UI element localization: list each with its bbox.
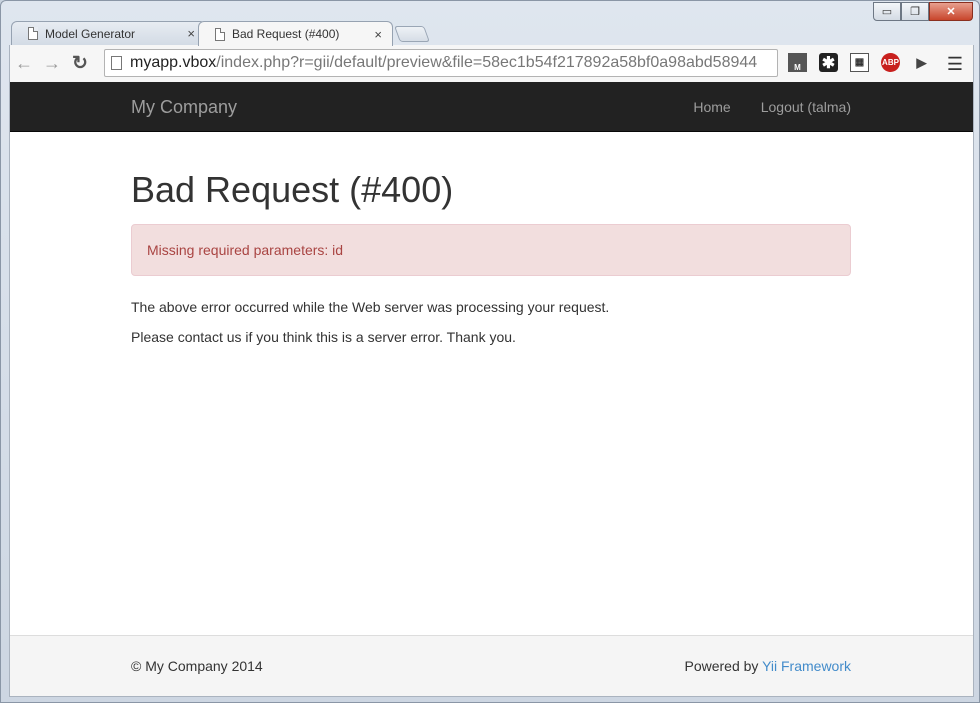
nav-links: Home Logout (talma)	[663, 99, 851, 115]
url-path: /index.php?r=gii/default/preview&file=58…	[216, 54, 758, 71]
nav-logout-link[interactable]: Logout (talma)	[761, 99, 851, 115]
copyright-text: © My Company 2014	[131, 658, 263, 674]
tab-title: Bad Request (#400)	[232, 27, 340, 41]
tab-model-generator[interactable]: Model Generator ×	[11, 21, 206, 45]
brand-link[interactable]: My Company	[131, 97, 237, 118]
video-extension-icon[interactable]: ▶	[912, 53, 931, 72]
address-bar[interactable]: myapp.vbox/index.php?r=gii/default/previ…	[104, 49, 778, 77]
error-alert: Missing required parameters: id	[131, 223, 851, 276]
page-title: Bad Request (#400)	[131, 169, 454, 210]
browser-window: ▭ ❐ ✕ Model Generator × Bad Request (#40…	[0, 0, 980, 703]
page-icon	[111, 56, 122, 70]
asterisk-extension-icon[interactable]: ✱	[819, 53, 838, 72]
tab-bad-request[interactable]: Bad Request (#400) ×	[198, 21, 393, 46]
menu-icon[interactable]: ☰	[947, 54, 963, 75]
minimize-button[interactable]: ▭	[873, 2, 901, 21]
maximize-button[interactable]: ❐	[901, 2, 929, 21]
site-navbar: My Company Home Logout (talma)	[10, 82, 973, 132]
tab-close-icon[interactable]: ×	[374, 27, 382, 42]
powered-by-prefix: Powered by	[684, 658, 763, 674]
contact-note: Please contact us if you think this is a…	[131, 328, 516, 345]
site-footer: © My Company 2014 Powered by Yii Framewo…	[10, 635, 973, 696]
nav-home-link[interactable]: Home	[693, 99, 730, 115]
reload-icon[interactable]: ↻	[66, 50, 94, 78]
url-host: myapp.vbox	[130, 54, 217, 71]
page-icon	[215, 27, 225, 41]
back-arrow-icon[interactable]: ←	[10, 50, 38, 78]
yii-framework-link[interactable]: Yii Framework	[762, 658, 851, 674]
powered-by: Powered by Yii Framework	[684, 658, 851, 674]
error-description: The above error occurred while the Web s…	[131, 298, 610, 315]
tab-strip: Model Generator × Bad Request (#400) ×	[11, 21, 430, 46]
page-icon	[28, 27, 38, 40]
network-extension-icon[interactable]: ▦	[850, 53, 869, 72]
new-tab-button[interactable]	[394, 26, 430, 42]
tab-title: Model Generator	[45, 26, 136, 41]
forward-arrow-icon[interactable]: →	[38, 50, 66, 78]
browser-toolbar: ← → ↻ myapp.vbox/index.php?r=gii/default…	[9, 45, 974, 82]
extension-icons: M ✱ ▦ ABP ▶	[788, 53, 943, 72]
page-viewport: My Company Home Logout (talma) Bad Reque…	[9, 82, 974, 697]
tab-close-icon[interactable]: ×	[187, 26, 195, 41]
main-content: Bad Request (#400) Missing required para…	[131, 170, 851, 345]
m-extension-icon[interactable]: M	[788, 53, 807, 72]
close-window-button[interactable]: ✕	[929, 2, 973, 21]
window-controls: ▭ ❐ ✕	[873, 2, 973, 21]
adblock-plus-icon[interactable]: ABP	[881, 53, 900, 72]
